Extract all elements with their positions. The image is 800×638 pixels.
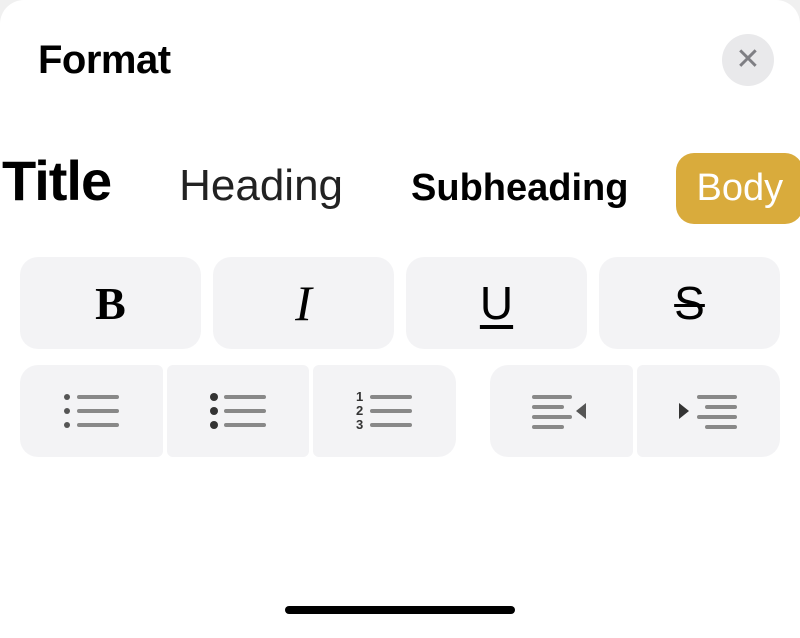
indent-button[interactable] [637,365,780,457]
close-button[interactable]: ✕ [722,34,774,86]
numbered-list-icon: 1 2 3 [352,389,416,433]
text-style-picker: Title Heading Subheading Body M [0,92,800,227]
outdent-icon [526,389,596,433]
strikethrough-button[interactable]: S [599,257,780,349]
panel-title: Format [38,38,171,83]
inline-format-row: B I U S [0,227,800,349]
list-style-group: 1 2 3 [20,365,456,457]
underline-button[interactable]: U [406,257,587,349]
italic-button[interactable]: I [213,257,394,349]
bullet-list-icon [206,389,270,433]
style-heading[interactable]: Heading [159,147,363,225]
numbered-list-button[interactable]: 1 2 3 [313,365,456,457]
style-title[interactable]: Title [2,134,131,227]
bold-button[interactable]: B [20,257,201,349]
style-body[interactable]: Body [676,153,800,224]
home-indicator[interactable] [285,606,515,614]
svg-text:2: 2 [356,403,363,418]
list-indent-row: 1 2 3 [0,349,800,457]
indent-icon [673,389,743,433]
format-panel: Format ✕ Title Heading Subheading Body M… [0,0,800,638]
dash-list-button[interactable] [20,365,163,457]
bullet-list-button[interactable] [167,365,310,457]
indent-group [490,365,780,457]
svg-text:3: 3 [356,417,363,432]
svg-text:1: 1 [356,389,363,404]
dash-list-icon [59,389,123,433]
outdent-button[interactable] [490,365,633,457]
close-icon: ✕ [735,45,760,75]
panel-header: Format ✕ [0,28,800,92]
style-subheading[interactable]: Subheading [391,153,648,224]
